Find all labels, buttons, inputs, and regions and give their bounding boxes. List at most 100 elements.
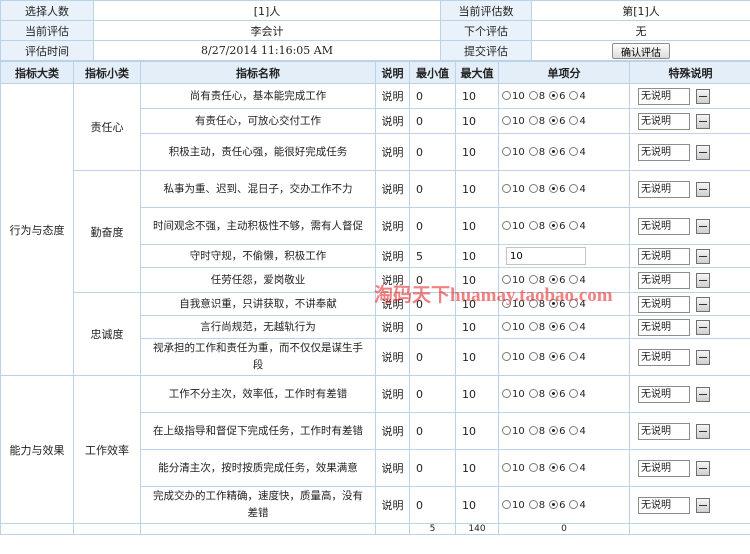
radio-button[interactable]: [569, 115, 579, 125]
minus-icon[interactable]: [696, 144, 710, 160]
score-option-8[interactable]: 8: [528, 499, 545, 511]
score-option-8[interactable]: 8: [528, 462, 545, 474]
minus-icon[interactable]: [696, 296, 710, 312]
radio-button[interactable]: [549, 351, 559, 361]
minus-icon[interactable]: [696, 248, 710, 264]
minus-icon[interactable]: [696, 349, 710, 365]
score-option-10[interactable]: 10: [502, 388, 525, 400]
description-link[interactable]: 说明: [375, 315, 410, 339]
radio-button[interactable]: [528, 274, 538, 284]
radio-button[interactable]: [569, 321, 579, 331]
score-option-4[interactable]: 4: [569, 146, 586, 158]
score-option-6[interactable]: 6: [549, 425, 565, 437]
radio-button[interactable]: [549, 321, 559, 331]
score-option-10[interactable]: 10: [502, 321, 525, 333]
confirm-evaluation-button[interactable]: 确认评估: [612, 42, 670, 59]
special-note-field[interactable]: 无说明: [638, 422, 690, 440]
score-option-6[interactable]: 6: [549, 351, 565, 363]
score-option-10[interactable]: 10: [502, 462, 525, 474]
radio-button[interactable]: [549, 425, 559, 435]
description-link[interactable]: 说明: [375, 108, 410, 134]
radio-button[interactable]: [528, 351, 538, 361]
description-link[interactable]: 说明: [375, 267, 410, 293]
radio-button[interactable]: [569, 462, 579, 472]
radio-button[interactable]: [549, 274, 559, 284]
radio-button[interactable]: [569, 388, 579, 398]
special-note-field[interactable]: 无说明: [638, 112, 690, 130]
description-link[interactable]: 说明: [375, 170, 410, 208]
radio-button[interactable]: [569, 351, 579, 361]
score-option-6[interactable]: 6: [549, 115, 565, 127]
score-option-8[interactable]: 8: [528, 425, 545, 437]
radio-button[interactable]: [549, 499, 559, 509]
special-note-field[interactable]: 无说明: [638, 295, 690, 313]
score-option-8[interactable]: 8: [528, 115, 545, 127]
score-option-10[interactable]: 10: [502, 220, 525, 232]
score-option-6[interactable]: 6: [549, 321, 565, 333]
score-option-10[interactable]: 10: [502, 298, 525, 310]
score-option-4[interactable]: 4: [569, 90, 586, 102]
radio-button[interactable]: [549, 115, 559, 125]
score-option-8[interactable]: 8: [528, 220, 545, 232]
score-option-10[interactable]: 10: [502, 90, 525, 102]
description-link[interactable]: 说明: [375, 486, 410, 524]
score-option-4[interactable]: 4: [569, 321, 586, 333]
radio-button[interactable]: [502, 351, 511, 361]
radio-button[interactable]: [569, 220, 579, 230]
minus-icon[interactable]: [696, 218, 710, 234]
radio-button[interactable]: [569, 499, 579, 509]
radio-button[interactable]: [502, 220, 511, 230]
description-link[interactable]: 说明: [375, 375, 410, 413]
score-option-8[interactable]: 8: [528, 146, 545, 158]
minus-icon[interactable]: [696, 88, 710, 104]
radio-button[interactable]: [549, 298, 559, 308]
description-link[interactable]: 说明: [375, 83, 410, 109]
radio-button[interactable]: [569, 274, 579, 284]
score-option-10[interactable]: 10: [502, 115, 525, 127]
minus-icon[interactable]: [696, 181, 710, 197]
score-option-6[interactable]: 6: [549, 220, 565, 232]
radio-button[interactable]: [502, 388, 511, 398]
description-link[interactable]: 说明: [375, 338, 410, 376]
special-note-field[interactable]: 无说明: [638, 180, 690, 198]
radio-button[interactable]: [528, 115, 538, 125]
score-input[interactable]: [506, 247, 586, 265]
special-note-field[interactable]: 无说明: [638, 271, 690, 289]
minus-icon[interactable]: [696, 272, 710, 288]
radio-button[interactable]: [502, 90, 511, 100]
score-option-8[interactable]: 8: [528, 388, 545, 400]
special-note-field[interactable]: 无说明: [638, 217, 690, 235]
radio-button[interactable]: [528, 220, 538, 230]
special-note-field[interactable]: 无说明: [638, 459, 690, 477]
score-option-6[interactable]: 6: [549, 499, 565, 511]
radio-button[interactable]: [528, 425, 538, 435]
radio-button[interactable]: [549, 183, 559, 193]
score-option-4[interactable]: 4: [569, 115, 586, 127]
minus-icon[interactable]: [696, 319, 710, 335]
radio-button[interactable]: [502, 298, 511, 308]
score-option-10[interactable]: 10: [502, 274, 525, 286]
description-link[interactable]: 说明: [375, 292, 410, 316]
score-option-4[interactable]: 4: [569, 351, 586, 363]
radio-button[interactable]: [502, 462, 511, 472]
description-link[interactable]: 说明: [375, 207, 410, 245]
score-option-6[interactable]: 6: [549, 388, 565, 400]
score-option-6[interactable]: 6: [549, 90, 565, 102]
radio-button[interactable]: [502, 115, 511, 125]
score-option-8[interactable]: 8: [528, 274, 545, 286]
minus-icon[interactable]: [696, 386, 710, 402]
score-option-6[interactable]: 6: [549, 183, 565, 195]
special-note-field[interactable]: 无说明: [638, 143, 690, 161]
radio-button[interactable]: [528, 462, 538, 472]
radio-button[interactable]: [502, 274, 511, 284]
radio-button[interactable]: [502, 425, 511, 435]
score-option-4[interactable]: 4: [569, 298, 586, 310]
radio-button[interactable]: [569, 183, 579, 193]
score-option-4[interactable]: 4: [569, 462, 586, 474]
special-note-field[interactable]: 无说明: [638, 496, 690, 514]
radio-button[interactable]: [549, 388, 559, 398]
radio-button[interactable]: [569, 425, 579, 435]
score-option-10[interactable]: 10: [502, 351, 525, 363]
radio-button[interactable]: [528, 499, 538, 509]
minus-icon[interactable]: [696, 113, 710, 129]
